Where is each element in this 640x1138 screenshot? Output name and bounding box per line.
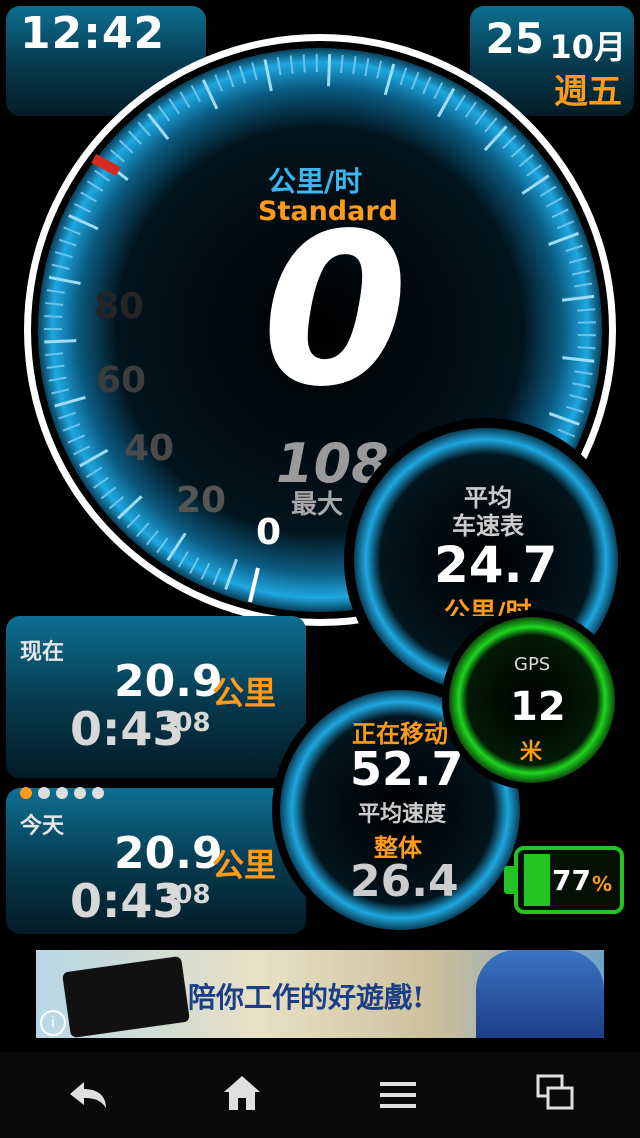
gps-accuracy: 12 xyxy=(510,684,566,730)
scale-label-40: 40 xyxy=(124,428,175,469)
scale-label-0: 0 xyxy=(256,512,282,553)
page-dot[interactable] xyxy=(20,787,32,799)
navigation-bar xyxy=(0,1052,640,1138)
avg-speed-label: 平均速度 xyxy=(358,802,447,827)
battery-terminal xyxy=(504,866,516,894)
dial-tick xyxy=(44,315,63,318)
trip-now-distance: 20.9 xyxy=(114,656,223,707)
trip-today-distance: 20.9 xyxy=(114,828,223,879)
dial-tick xyxy=(44,339,77,344)
trip-now-duration-seconds: :08 xyxy=(164,708,211,738)
trip-today-distance-unit: 公里 xyxy=(212,846,277,884)
battery-icon xyxy=(524,854,550,906)
page-indicator[interactable] xyxy=(20,784,110,803)
page-dot[interactable] xyxy=(74,787,86,799)
dial-tick xyxy=(327,54,332,87)
scale-label-20: 20 xyxy=(176,480,227,521)
back-icon[interactable] xyxy=(66,1078,110,1112)
max-label: 最大 xyxy=(291,490,344,520)
battery-percent: 77 xyxy=(552,864,591,897)
scale-label-80: 80 xyxy=(94,286,145,327)
gps-unit: 米 xyxy=(520,740,543,765)
home-icon[interactable] xyxy=(222,1074,262,1112)
ad-banner[interactable]: 陪你工作的好遊戲! i xyxy=(36,950,604,1038)
trip-now-label: 现在 xyxy=(20,640,65,665)
overall-speed: 26.4 xyxy=(350,856,459,907)
menu-icon[interactable] xyxy=(380,1080,416,1110)
avg-gauge-value: 24.7 xyxy=(434,536,558,594)
dial-tick xyxy=(302,54,306,73)
dial-tick xyxy=(577,346,596,350)
trip-today-label: 今天 xyxy=(20,814,65,839)
scale-label-60: 60 xyxy=(96,360,147,401)
dial-tick xyxy=(577,321,596,324)
dial-tick xyxy=(577,308,596,312)
page-dot[interactable] xyxy=(92,787,104,799)
current-speed: 0 xyxy=(262,188,409,433)
ad-character-image xyxy=(476,950,604,1038)
ad-text: 陪你工作的好遊戲! xyxy=(188,981,425,1014)
ad-tablet-image xyxy=(61,955,191,1038)
page-dot[interactable] xyxy=(38,787,50,799)
page-dot[interactable] xyxy=(56,787,68,799)
trip-today-duration-seconds: :08 xyxy=(164,880,211,910)
battery-percent-sign: % xyxy=(592,872,613,896)
ad-info-icon[interactable]: i xyxy=(40,1010,66,1036)
gps-label: GPS xyxy=(514,654,551,675)
recent-apps-icon[interactable] xyxy=(536,1074,576,1114)
trip-now-distance-unit: 公里 xyxy=(212,674,277,712)
